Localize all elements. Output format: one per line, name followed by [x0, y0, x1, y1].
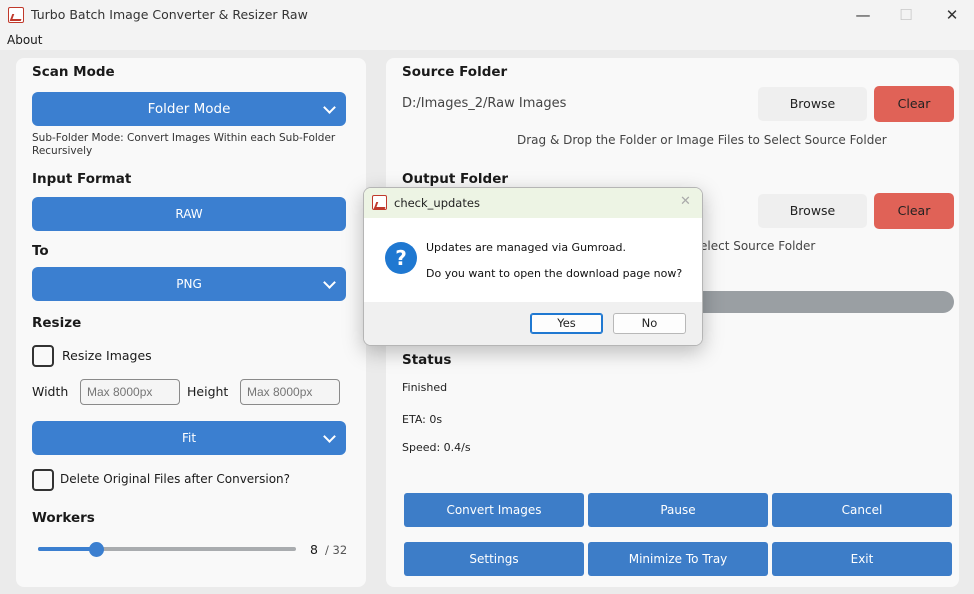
dialog-title: check_updates	[394, 196, 480, 210]
delete-originals-checkbox[interactable]	[32, 469, 54, 491]
resize-mode-dropdown[interactable]: Fit	[32, 421, 346, 455]
speed-text: Speed: 0.4/s	[402, 441, 471, 454]
menu-about[interactable]: About	[7, 33, 42, 47]
status-value: Finished	[402, 381, 448, 394]
scan-mode-title: Scan Mode	[32, 64, 115, 80]
cancel-button[interactable]: Cancel	[772, 493, 952, 527]
source-folder-path: D:/Images_2/Raw Images	[402, 96, 567, 111]
close-window-button[interactable]: ✕	[937, 5, 967, 25]
height-input[interactable]	[240, 379, 340, 405]
resize-title: Resize	[32, 315, 82, 331]
maximize-window-button[interactable]: ☐	[891, 5, 921, 25]
pause-button[interactable]: Pause	[588, 493, 768, 527]
source-folder-title: Source Folder	[402, 64, 508, 80]
chevron-down-icon	[323, 101, 336, 114]
input-format-button[interactable]: RAW	[32, 197, 346, 231]
output-drop-hint: elect Source Folder	[700, 239, 816, 253]
resize-images-checkbox[interactable]	[32, 345, 54, 367]
chevron-down-icon	[323, 430, 336, 443]
source-browse-button[interactable]: Browse	[758, 87, 867, 121]
app-logo-icon	[8, 7, 24, 23]
scan-mode-value: Folder Mode	[147, 101, 231, 117]
convert-images-button[interactable]: Convert Images	[404, 493, 584, 527]
dialog-close-button[interactable]: ✕	[680, 194, 691, 209]
delete-originals-label: Delete Original Files after Conversion?	[60, 472, 291, 486]
input-format-title: Input Format	[32, 171, 132, 187]
dialog-yes-button[interactable]: Yes	[530, 313, 603, 334]
menu-bar	[0, 30, 974, 50]
scan-mode-dropdown[interactable]: Folder Mode	[32, 92, 346, 126]
status-title: Status	[402, 352, 452, 368]
output-browse-button[interactable]: Browse	[758, 194, 867, 228]
height-label: Height	[187, 384, 229, 399]
output-format-value: PNG	[176, 277, 202, 291]
dialog-message-line2: Do you want to open the download page no…	[426, 267, 683, 280]
settings-button[interactable]: Settings	[404, 542, 584, 576]
minimize-to-tray-button[interactable]: Minimize To Tray	[588, 542, 768, 576]
resize-mode-value: Fit	[181, 431, 197, 445]
workers-title: Workers	[32, 510, 95, 526]
dialog-app-icon	[372, 195, 387, 210]
eta-text: ETA: 0s	[402, 413, 443, 426]
scan-mode-hint: Sub-Folder Mode: Convert Images Within e…	[32, 132, 336, 157]
output-folder-title: Output Folder	[402, 171, 509, 187]
resize-images-label: Resize Images	[62, 348, 152, 363]
workers-max: / 32	[325, 543, 348, 557]
check-updates-dialog: check_updates ✕ ? Updates are managed vi…	[363, 187, 703, 346]
to-title: To	[32, 243, 49, 259]
minimize-window-button[interactable]: —	[848, 5, 878, 25]
output-format-dropdown[interactable]: PNG	[32, 267, 346, 301]
dialog-title-bar: check_updates ✕	[364, 188, 702, 218]
width-label: Width	[32, 384, 69, 399]
output-clear-button[interactable]: Clear	[874, 193, 954, 229]
workers-slider-handle[interactable]	[89, 542, 104, 557]
source-clear-button[interactable]: Clear	[874, 86, 954, 122]
width-input[interactable]	[80, 379, 180, 405]
dialog-message-line1: Updates are managed via Gumroad.	[426, 241, 626, 254]
workers-value: 8	[310, 542, 318, 557]
chevron-down-icon	[323, 276, 336, 289]
exit-button[interactable]: Exit	[772, 542, 952, 576]
source-drop-hint: Drag & Drop the Folder or Image Files to…	[517, 133, 887, 147]
window-title: Turbo Batch Image Converter & Resizer Ra…	[31, 7, 308, 22]
dialog-no-button[interactable]: No	[613, 313, 686, 334]
question-icon: ?	[385, 242, 417, 274]
